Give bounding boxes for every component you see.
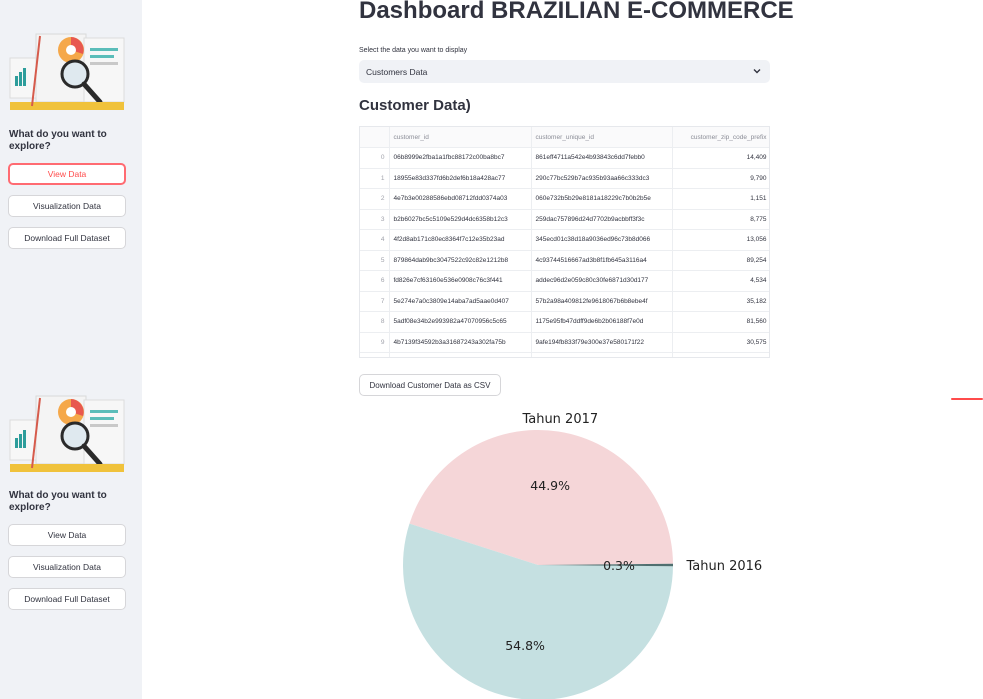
pie-chart: Tahun 2017 Tahun 2016 44.9% 0.3% 54.8% bbox=[403, 412, 763, 699]
select-value: Customers Data bbox=[366, 66, 428, 77]
cell-customer-id: 18955e83d337fd6b2def6b18a428ac77 bbox=[389, 168, 532, 189]
table-row[interactable]: 1 18955e83d337fd6b2def6b18a428ac77 290c77b… bbox=[360, 168, 769, 189]
row-index: 7 bbox=[360, 291, 390, 312]
download-full-dataset-button[interactable]: Download Full Dataset bbox=[8, 588, 126, 610]
table-header-zip-code[interactable]: customer_zip_code_prefix bbox=[672, 127, 769, 148]
table-row[interactable]: 8 5adf08e34b2e993982a47070956c5c65 1175e95… bbox=[360, 311, 769, 333]
select-label: Select the data you want to display bbox=[359, 47, 468, 54]
cell-customer-id: b2b6027bc5c5109e529d4dc6358b12c3 bbox=[389, 209, 532, 230]
accent-mark bbox=[951, 398, 983, 400]
table-header-customer-unique-id[interactable]: customer_unique_id bbox=[531, 127, 673, 148]
visualization-data-button[interactable]: Visualization Data bbox=[8, 195, 126, 217]
cell-zip-code-prefix: 81,560 bbox=[672, 311, 769, 333]
table-row[interactable]: 7 5e274e7a0c3809e14aba7ad5aae0d407 57b2a98… bbox=[360, 291, 769, 312]
page-title: Dashboard BRAZILIAN E-COMMERCE bbox=[359, 0, 794, 24]
cell-customer-unique-id: 4c93744516667ad3b8f1fb645a3116a4 bbox=[531, 250, 673, 271]
view-data-button[interactable]: View Data bbox=[8, 524, 126, 546]
table-body: 0 06b8999e2fba1a1fbc88172c00ba8bc7 861eff4… bbox=[360, 147, 769, 357]
table-row[interactable]: 4 4f2d8ab171c80ec8364f7c12e35b23ad 345ecd0… bbox=[360, 229, 769, 251]
cell-zip-code-prefix: 9,790 bbox=[672, 168, 769, 189]
pie-label-2017: Tahun 2017 bbox=[521, 412, 598, 427]
cell-customer-id: 4f2d8ab171c80ec8364f7c12e35b23ad bbox=[389, 229, 532, 251]
table-row[interactable]: 5 879864dab9bc3047522c92c82e1212b8 4c93744… bbox=[360, 250, 769, 271]
cell-customer-id: 5adf08e34b2e993982a47070956c5c65 bbox=[389, 311, 532, 333]
cell-customer-unique-id: 861eff4711a542e4b93843c6dd7febb0 bbox=[531, 147, 673, 169]
cell-zip-code-prefix: 30,575 bbox=[672, 332, 769, 353]
table-row[interactable]: 9 4b7139f34592b3a31687243a302fa75b 9afe194… bbox=[360, 332, 769, 353]
cell-zip-code-prefix: 35,182 bbox=[672, 291, 769, 312]
cell-customer-unique-id: 259dac757896d24d7702b9acbbff3f3c bbox=[531, 209, 673, 230]
analytics-illustration-icon bbox=[9, 395, 125, 472]
row-index: 1 bbox=[360, 168, 390, 189]
pie-label-2016: Tahun 2016 bbox=[686, 559, 763, 574]
table-row[interactable]: 2 4e7b3e00288586ebd08712fdd0374a03 060e732… bbox=[360, 188, 769, 210]
row-index: 9 bbox=[360, 332, 390, 353]
table-cell-partial bbox=[672, 352, 769, 357]
cell-customer-unique-id: 060e732b5b29e8181a18229c7b0b2b5e bbox=[531, 188, 673, 210]
view-data-button[interactable]: View Data bbox=[8, 163, 126, 185]
table-cell-partial bbox=[389, 352, 532, 357]
sidebar-question: What do you want to explore? bbox=[9, 129, 107, 152]
row-index: 2 bbox=[360, 188, 390, 210]
chevron-down-icon bbox=[753, 69, 761, 74]
row-index: 4 bbox=[360, 229, 390, 251]
cell-zip-code-prefix: 89,254 bbox=[672, 250, 769, 271]
table-cell-partial bbox=[360, 352, 390, 357]
cell-customer-unique-id: 345ecd01c38d18a9036ed96c73b8d066 bbox=[531, 229, 673, 251]
cell-customer-id: fd826e7cf63160e536e0908c76c3f441 bbox=[389, 270, 532, 292]
row-index: 8 bbox=[360, 311, 390, 333]
table-header-customer-id[interactable]: customer_id bbox=[389, 127, 532, 148]
dataset-select[interactable]: Customers Data bbox=[359, 60, 770, 83]
cell-customer-unique-id: 1175e95fb47ddff9de6b2b06188f7e0d bbox=[531, 311, 673, 333]
row-index: 5 bbox=[360, 250, 390, 271]
cell-customer-id: 4b7139f34592b3a31687243a302fa75b bbox=[389, 332, 532, 353]
pie-pct-2016: 0.3% bbox=[603, 558, 635, 573]
table-header-row: customer_id customer_unique_id customer_… bbox=[360, 127, 769, 148]
cell-customer-unique-id: 57b2a98a409812fe9618067b6b8ebe4f bbox=[531, 291, 673, 312]
cell-customer-unique-id: addec96d2e059c80c30fe6871d30d177 bbox=[531, 270, 673, 292]
cell-zip-code-prefix: 1,151 bbox=[672, 188, 769, 210]
download-full-dataset-button[interactable]: Download Full Dataset bbox=[8, 227, 126, 249]
pie-pct-2017: 44.9% bbox=[530, 478, 570, 493]
analytics-illustration-icon bbox=[9, 33, 125, 110]
cell-customer-unique-id: 290c77bc529b7ac935b93aa66c333dc3 bbox=[531, 168, 673, 189]
sidebar: What do you want to explore? View Data V… bbox=[0, 0, 142, 699]
table-cell-partial bbox=[531, 352, 673, 357]
row-index: 3 bbox=[360, 209, 390, 230]
cell-customer-unique-id: 9afe194fb833f79e300e37e580171f22 bbox=[531, 332, 673, 353]
sidebar-question: What do you want to explore? bbox=[9, 490, 107, 513]
main-content: Dashboard BRAZILIAN E-COMMERCE Select th… bbox=[142, 0, 983, 699]
section-title: Customer Data) bbox=[359, 97, 471, 114]
row-index: 0 bbox=[360, 147, 390, 169]
cell-zip-code-prefix: 13,056 bbox=[672, 229, 769, 251]
row-index: 6 bbox=[360, 270, 390, 292]
cell-customer-id: 4e7b3e00288586ebd08712fdd0374a03 bbox=[389, 188, 532, 210]
table-row[interactable]: 6 fd826e7cf63160e536e0908c76c3f441 addec96… bbox=[360, 270, 769, 292]
cell-customer-id: 06b8999e2fba1a1fbc88172c00ba8bc7 bbox=[389, 147, 532, 169]
visualization-data-button[interactable]: Visualization Data bbox=[8, 556, 126, 578]
download-customer-csv-button[interactable]: Download Customer Data as CSV bbox=[359, 374, 501, 396]
customer-data-table[interactable]: customer_id customer_unique_id customer_… bbox=[359, 126, 770, 358]
cell-zip-code-prefix: 8,775 bbox=[672, 209, 769, 230]
pie-pct-remaining: 54.8% bbox=[505, 638, 545, 653]
cell-zip-code-prefix: 4,534 bbox=[672, 270, 769, 292]
cell-customer-id: 5e274e7a0c3809e14aba7ad5aae0d407 bbox=[389, 291, 532, 312]
table-header-index bbox=[360, 127, 390, 148]
table-row[interactable]: 0 06b8999e2fba1a1fbc88172c00ba8bc7 861eff4… bbox=[360, 147, 769, 169]
table-row-partial bbox=[360, 352, 769, 357]
cell-customer-id: 879864dab9bc3047522c92c82e1212b8 bbox=[389, 250, 532, 271]
table-row[interactable]: 3 b2b6027bc5c5109e529d4dc6358b12c3 259dac7… bbox=[360, 209, 769, 230]
cell-zip-code-prefix: 14,409 bbox=[672, 147, 769, 169]
